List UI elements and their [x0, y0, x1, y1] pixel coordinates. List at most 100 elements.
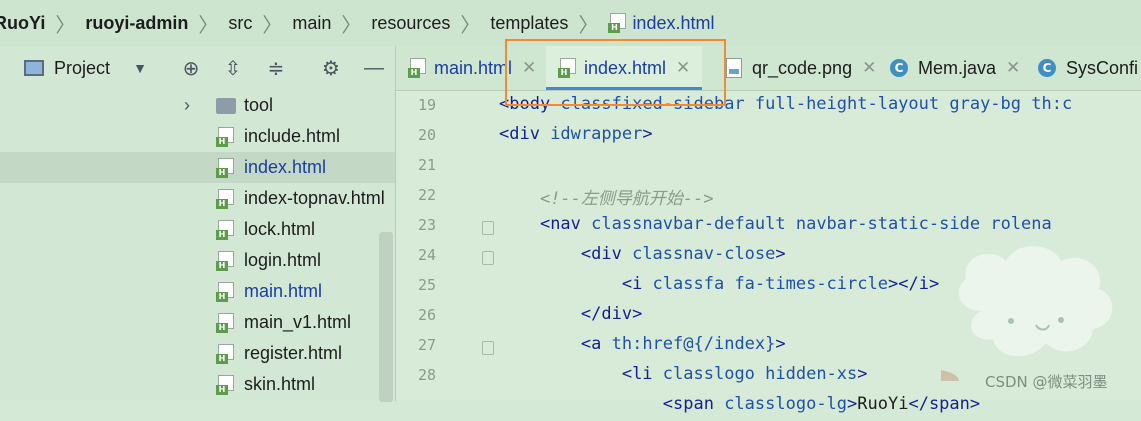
code-text: <li classlogo hidden-xs> — [621, 364, 868, 384]
line-number: 22 — [417, 186, 436, 204]
tree-item[interactable]: Hmain.html — [0, 276, 395, 307]
tree-item[interactable]: Hskin.html — [0, 369, 395, 400]
editor-tab[interactable]: qr_code.png ✕ — [714, 46, 888, 90]
breadcrumb-item[interactable]: src — [228, 13, 252, 34]
html-file-icon: H — [216, 282, 234, 302]
locate-file-icon[interactable]: ⊕ — [177, 54, 205, 82]
line-number: 28 — [417, 366, 436, 384]
close-tab-icon[interactable]: ✕ — [1006, 58, 1020, 78]
tree-item[interactable]: Hindex.html — [0, 152, 395, 183]
tab-label: main.html — [434, 57, 513, 78]
tree-item-label: main_v1.html — [244, 312, 352, 332]
code-line[interactable]: 23 <nav classnavbar-default navbar-stati… — [396, 211, 1141, 241]
breadcrumb-item[interactable]: RuoYi — [0, 13, 45, 34]
breadcrumb-label: resources — [371, 12, 451, 33]
tree-item[interactable]: Hmain_v1.html — [0, 307, 395, 338]
breadcrumb-separator-icon: 〉 — [460, 14, 481, 37]
breadcrumb-label: index.html — [632, 12, 715, 33]
cloud-decoration-icon — [941, 246, 1113, 381]
code-text: <i classfa fa-times-circle></i> — [621, 274, 940, 294]
editor-tab[interactable]: C SysConfi — [1026, 46, 1141, 90]
breadcrumb-item[interactable]: Hindex.html — [608, 13, 714, 34]
project-panel: Project ▼ ⊕ ⇳ ≑ ⚙ — › tool Hinclude.html Hi… — [0, 46, 396, 402]
line-number: 23 — [417, 216, 436, 234]
line-number: 24 — [417, 246, 436, 264]
breadcrumb-label: ruoyi-admin — [85, 12, 189, 33]
breadcrumb-separator-icon: 〉 — [341, 14, 362, 37]
breadcrumb-label: templates — [490, 12, 569, 33]
project-toolbar: Project ▼ ⊕ ⇳ ≑ ⚙ — — [0, 46, 395, 90]
project-view-icon — [24, 60, 44, 76]
tree-item[interactable]: Hregister.html — [0, 338, 395, 369]
hide-panel-icon[interactable]: — — [360, 54, 388, 82]
editor-tab[interactable]: C Mem.java ✕ — [878, 46, 1032, 90]
breadcrumb-label: RuoYi — [0, 12, 46, 33]
code-text: <div idwrapper> — [499, 124, 653, 144]
code-line[interactable]: <span classlogo-lg>RuoYi</span> — [396, 391, 1141, 421]
project-title[interactable]: Project — [54, 58, 110, 79]
collapse-all-icon[interactable]: ≑ — [262, 54, 290, 82]
tab-label: qr_code.png — [752, 57, 853, 78]
breadcrumb-separator-icon: 〉 — [198, 14, 219, 37]
fold-marker-icon[interactable] — [482, 341, 494, 355]
tree-item-label: include.html — [244, 126, 341, 146]
breadcrumb-separator-icon: 〉 — [262, 14, 283, 37]
line-number: 19 — [417, 96, 436, 114]
code-text: <nav classnavbar-default navbar-static-s… — [539, 214, 1052, 234]
html-file-icon: H — [216, 127, 234, 147]
highlight-box — [505, 39, 726, 106]
breadcrumb-item[interactable]: main — [292, 13, 331, 34]
line-number: 21 — [417, 156, 436, 174]
expand-arrow-icon[interactable]: › — [184, 95, 190, 116]
tree-item[interactable]: Hinclude.html — [0, 121, 395, 152]
expand-all-icon[interactable]: ⇳ — [219, 54, 247, 82]
html-file-icon: H — [408, 58, 426, 78]
tree-item[interactable]: Hindex-topnav.html — [0, 183, 395, 214]
line-number: 25 — [417, 276, 436, 294]
breadcrumb-item[interactable]: templates — [490, 13, 568, 34]
tree-item[interactable]: Hlock.html — [0, 214, 395, 245]
html-file-icon: H — [216, 220, 234, 240]
line-number: 20 — [417, 126, 436, 144]
fold-marker-icon[interactable] — [482, 251, 494, 265]
code-text: </div> — [580, 304, 643, 324]
code-line[interactable]: 20 <div idwrapper> — [396, 121, 1141, 151]
tree-item-label: index.html — [244, 157, 327, 177]
tree-item-label: lock.html — [244, 219, 316, 239]
html-file-icon: H — [216, 313, 234, 333]
tab-label: SysConfi — [1066, 57, 1139, 78]
tree-item-label: tool — [244, 95, 274, 115]
fold-marker-icon[interactable] — [482, 221, 494, 235]
breadcrumb-label: main — [292, 12, 332, 33]
tree-scrollbar[interactable] — [379, 232, 393, 402]
breadcrumb-item[interactable]: resources — [371, 13, 450, 34]
close-tab-icon[interactable]: ✕ — [862, 58, 876, 78]
code-line[interactable]: 21 — [396, 151, 1141, 181]
code-text: <span classlogo-lg>RuoYi</span> — [662, 394, 981, 414]
project-tree: › tool Hinclude.html Hindex.html Hindex-topn… — [0, 90, 395, 401]
project-dropdown-icon[interactable]: ▼ — [126, 54, 154, 82]
html-file-icon: H — [216, 375, 234, 395]
folder-icon — [216, 97, 236, 114]
breadcrumb-separator-icon: 〉 — [578, 14, 599, 37]
tree-item[interactable]: › tool — [0, 90, 395, 121]
java-class-icon: C — [1038, 59, 1056, 77]
html-file-icon: H — [216, 344, 234, 364]
html-file-icon: H — [216, 251, 234, 271]
html-file-icon: H — [216, 189, 234, 209]
tab-label: Mem.java — [918, 57, 997, 78]
java-class-icon: C — [890, 59, 908, 77]
breadcrumb-item[interactable]: ruoyi-admin — [85, 13, 188, 34]
tree-item-label: skin.html — [244, 374, 316, 394]
image-file-icon — [726, 58, 742, 78]
code-text: <div classnav-close> — [580, 244, 786, 264]
code-line[interactable]: 22 <!--左侧导航开始--> — [396, 181, 1141, 211]
tree-item-label: login.html — [244, 250, 322, 270]
tree-item[interactable]: Hlogin.html — [0, 245, 395, 276]
code-text: <!--左侧导航开始--> — [539, 189, 714, 209]
watermark: CSDN @微菜羽墨 — [985, 373, 1108, 391]
tree-item-label: register.html — [244, 343, 343, 363]
tree-item-label: index-topnav.html — [244, 188, 385, 208]
html-file-icon: H — [216, 158, 234, 178]
settings-gear-icon[interactable]: ⚙ — [317, 54, 345, 82]
